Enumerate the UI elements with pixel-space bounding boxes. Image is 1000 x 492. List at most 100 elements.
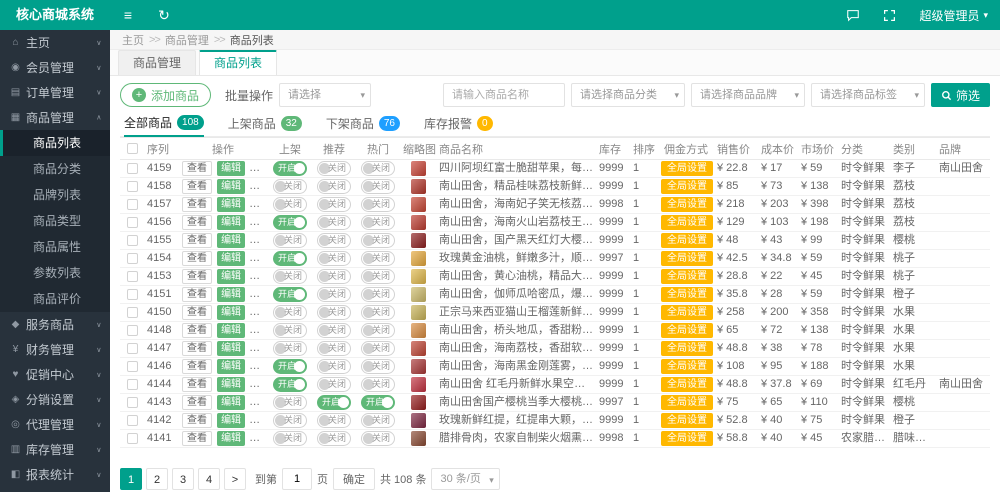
commission-button[interactable]: 全局设置: [661, 215, 713, 230]
row-checkbox[interactable]: [127, 379, 138, 390]
sidebar-subitem[interactable]: 品牌列表: [0, 182, 110, 208]
product-thumbnail[interactable]: [411, 287, 426, 302]
commission-button[interactable]: 全局设置: [661, 413, 713, 428]
filter-tab[interactable]: 全部商品108: [124, 110, 204, 137]
edit-button[interactable]: 编辑: [217, 251, 245, 266]
view-button[interactable]: 查看: [182, 251, 212, 266]
hot-toggle[interactable]: 关闭: [361, 251, 395, 266]
sidebar-subitem[interactable]: 商品评价: [0, 286, 110, 312]
edit-button[interactable]: 编辑: [217, 413, 245, 428]
sidebar-subitem[interactable]: 商品列表: [0, 130, 110, 156]
sidebar-item[interactable]: ◧报表统计∨: [0, 462, 110, 487]
view-button[interactable]: 查看: [182, 413, 212, 428]
sidebar-item[interactable]: ▥库存管理∨: [0, 437, 110, 462]
row-checkbox[interactable]: [127, 433, 138, 444]
recommend-toggle[interactable]: 关闭: [317, 323, 351, 338]
onsale-toggle[interactable]: 开启: [273, 359, 307, 374]
recommend-toggle[interactable]: 关闭: [317, 179, 351, 194]
onsale-toggle[interactable]: 关闭: [273, 269, 307, 284]
page-tab[interactable]: 商品列表: [199, 50, 277, 75]
breadcrumb-item[interactable]: 商品管理: [165, 32, 209, 48]
delete-button[interactable]: 删除: [250, 359, 268, 374]
hot-toggle[interactable]: 关闭: [361, 359, 395, 374]
delete-button[interactable]: 删除: [250, 287, 268, 302]
hot-toggle[interactable]: 关闭: [361, 413, 395, 428]
view-button[interactable]: 查看: [182, 305, 212, 320]
product-thumbnail[interactable]: [411, 377, 426, 392]
commission-button[interactable]: 全局设置: [661, 269, 713, 284]
commission-button[interactable]: 全局设置: [661, 359, 713, 374]
sidebar-subitem[interactable]: 商品分类: [0, 156, 110, 182]
sidebar-item[interactable]: ◎代理管理∨: [0, 412, 110, 437]
delete-button[interactable]: 删除: [250, 161, 268, 176]
view-button[interactable]: 查看: [182, 233, 212, 248]
edit-button[interactable]: 编辑: [217, 305, 245, 320]
commission-button[interactable]: 全局设置: [661, 395, 713, 410]
commission-button[interactable]: 全局设置: [661, 305, 713, 320]
product-thumbnail[interactable]: [411, 341, 426, 356]
edit-button[interactable]: 编辑: [217, 395, 245, 410]
filter-tab[interactable]: 上架商品32: [228, 110, 302, 137]
sidebar-item[interactable]: ⌂主页∨: [0, 30, 110, 55]
view-button[interactable]: 查看: [182, 395, 212, 410]
brand-select[interactable]: 请选择商品品牌 ▾: [691, 83, 805, 107]
product-thumbnail[interactable]: [411, 197, 426, 212]
fullscreen-icon[interactable]: [871, 0, 907, 30]
hot-toggle[interactable]: 关闭: [361, 287, 395, 302]
admin-menu[interactable]: 超级管理员 ▾: [907, 0, 1000, 30]
row-checkbox[interactable]: [127, 163, 138, 174]
recommend-toggle[interactable]: 关闭: [317, 251, 351, 266]
sidebar-item[interactable]: ◈分销设置∨: [0, 387, 110, 412]
onsale-toggle[interactable]: 开启: [273, 251, 307, 266]
delete-button[interactable]: 删除: [250, 377, 268, 392]
page-button[interactable]: 3: [172, 468, 194, 490]
onsale-toggle[interactable]: 关闭: [273, 305, 307, 320]
commission-button[interactable]: 全局设置: [661, 341, 713, 356]
sidebar-subitem[interactable]: 商品属性: [0, 234, 110, 260]
filter-button[interactable]: 筛选: [931, 83, 990, 107]
view-button[interactable]: 查看: [182, 161, 212, 176]
page-button[interactable]: 1: [120, 468, 142, 490]
edit-button[interactable]: 编辑: [217, 323, 245, 338]
delete-button[interactable]: 删除: [250, 179, 268, 194]
product-thumbnail[interactable]: [411, 395, 426, 410]
product-thumbnail[interactable]: [411, 359, 426, 374]
edit-button[interactable]: 编辑: [217, 359, 245, 374]
row-checkbox[interactable]: [127, 307, 138, 318]
row-checkbox[interactable]: [127, 217, 138, 228]
delete-button[interactable]: 删除: [250, 269, 268, 284]
onsale-toggle[interactable]: 开启: [273, 215, 307, 230]
hot-toggle[interactable]: 关闭: [361, 341, 395, 356]
row-checkbox[interactable]: [127, 397, 138, 408]
row-checkbox[interactable]: [127, 361, 138, 372]
filter-tab[interactable]: 库存报警0: [424, 110, 493, 137]
sidebar-subitem[interactable]: 参数列表: [0, 260, 110, 286]
commission-button[interactable]: 全局设置: [661, 197, 713, 212]
onsale-toggle[interactable]: 关闭: [273, 233, 307, 248]
view-button[interactable]: 查看: [182, 287, 212, 302]
edit-button[interactable]: 编辑: [217, 215, 245, 230]
product-thumbnail[interactable]: [411, 233, 426, 248]
edit-button[interactable]: 编辑: [217, 377, 245, 392]
hot-toggle[interactable]: 关闭: [361, 233, 395, 248]
page-tab[interactable]: 商品管理: [118, 50, 196, 75]
sidebar-item[interactable]: ▦商品管理∧: [0, 105, 110, 130]
delete-button[interactable]: 删除: [250, 305, 268, 320]
edit-button[interactable]: 编辑: [217, 269, 245, 284]
view-button[interactable]: 查看: [182, 431, 212, 446]
hot-toggle[interactable]: 开启: [361, 395, 395, 410]
hot-toggle[interactable]: 关闭: [361, 269, 395, 284]
row-checkbox[interactable]: [127, 325, 138, 336]
product-thumbnail[interactable]: [411, 161, 426, 176]
view-button[interactable]: 查看: [182, 377, 212, 392]
onsale-toggle[interactable]: 关闭: [273, 431, 307, 446]
recommend-toggle[interactable]: 关闭: [317, 305, 351, 320]
next-page-button[interactable]: >: [224, 468, 246, 490]
refresh-icon[interactable]: ↻: [146, 0, 182, 30]
onsale-toggle[interactable]: 关闭: [273, 413, 307, 428]
commission-button[interactable]: 全局设置: [661, 251, 713, 266]
select-all-checkbox[interactable]: [127, 143, 138, 154]
delete-button[interactable]: 删除: [250, 215, 268, 230]
product-thumbnail[interactable]: [411, 215, 426, 230]
sidebar-item[interactable]: ▤订单管理∨: [0, 80, 110, 105]
